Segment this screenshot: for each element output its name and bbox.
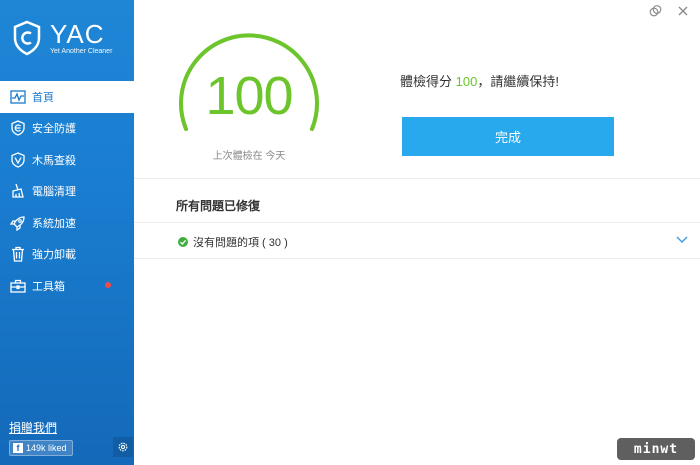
trash-icon	[10, 246, 26, 262]
done-button[interactable]: 完成	[402, 117, 614, 156]
sidebar-item-home[interactable]: 首頁	[0, 81, 134, 113]
sidebar-item-speedup[interactable]: 系統加速	[0, 207, 134, 239]
sidebar-item-label: 首頁	[32, 91, 54, 104]
sidebar-item-label: 工具箱	[32, 280, 65, 293]
sidebar-item-label: 強力卸載	[32, 249, 76, 262]
skin-icon	[649, 5, 661, 17]
sidebar: YAC Yet Another Cleaner 首頁 安全防護 木馬查殺 電腦清…	[0, 0, 134, 465]
divider	[134, 258, 700, 259]
shield-e-icon	[10, 120, 26, 136]
last-check-caption: 上次體檢在 今天	[212, 151, 286, 162]
rocket-icon	[10, 215, 26, 231]
sidebar-item-label: 電腦清理	[32, 186, 76, 199]
app-subtitle: Yet Another Cleaner	[50, 47, 113, 55]
app-logo: YAC Yet Another Cleaner	[12, 20, 112, 56]
close-icon	[678, 6, 688, 16]
sidebar-item-trojan-scan[interactable]: 木馬查殺	[0, 144, 134, 176]
settings-button[interactable]	[113, 437, 133, 457]
result-message: 體檢得分 100，請繼續保持!	[400, 71, 559, 90]
sidebar-item-security[interactable]: 安全防護	[0, 113, 134, 145]
no-issue-row[interactable]: 沒有問題的項 ( 30 )	[178, 234, 288, 250]
sidebar-item-cleanup[interactable]: 電腦清理	[0, 176, 134, 208]
broom-icon	[10, 183, 26, 199]
no-issue-label: 沒有問題的項 ( 30 )	[193, 237, 288, 249]
divider	[134, 222, 700, 223]
check-circle-icon	[178, 237, 188, 247]
divider	[134, 178, 700, 179]
donate-link[interactable]: 捐贈我們	[9, 419, 57, 436]
window-controls	[648, 4, 690, 18]
close-button[interactable]	[676, 4, 690, 18]
sidebar-item-label: 系統加速	[32, 217, 76, 230]
facebook-like-badge[interactable]: f 149k liked	[9, 440, 73, 456]
pulse-icon	[10, 89, 26, 105]
issues-section-title: 所有問題已修復	[176, 199, 261, 213]
notification-dot	[105, 282, 111, 288]
sidebar-item-label: 安全防護	[32, 123, 76, 136]
app-title: YAC	[50, 18, 105, 49]
shield-logo-icon	[13, 20, 41, 56]
score-value: 100	[205, 66, 293, 126]
gear-icon	[118, 442, 128, 452]
toolbox-icon	[10, 278, 26, 294]
result-prefix: 體檢得分	[400, 74, 456, 89]
watermark: minwt	[617, 438, 695, 460]
sidebar-item-label: 木馬查殺	[32, 154, 76, 167]
sidebar-item-uninstall[interactable]: 強力卸載	[0, 239, 134, 271]
result-suffix: ，請繼續保持!	[477, 74, 559, 89]
skin-button[interactable]	[648, 4, 662, 18]
sidebar-item-toolbox[interactable]: 工具箱	[0, 270, 134, 302]
result-score: 100	[455, 74, 478, 89]
shield-v-icon	[10, 152, 26, 168]
chevron-down-icon[interactable]	[676, 235, 688, 245]
sidebar-nav: 首頁 安全防護 木馬查殺 電腦清理 系統加速 強力卸載 工具箱	[0, 81, 134, 302]
facebook-like-count: 149k liked	[26, 443, 67, 453]
facebook-icon: f	[13, 443, 23, 453]
